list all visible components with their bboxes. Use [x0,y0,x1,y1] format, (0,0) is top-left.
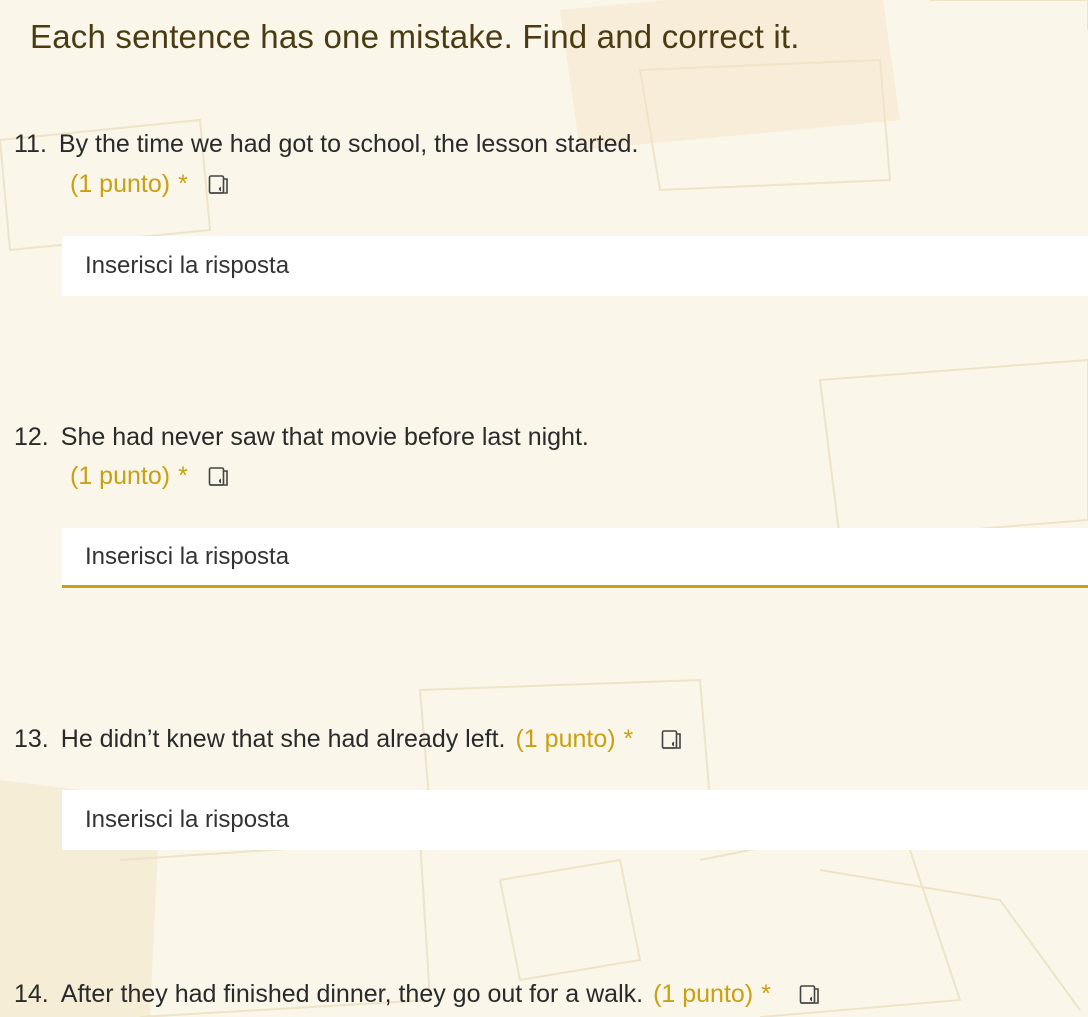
question-text: She had never saw that movie before last… [60,423,589,451]
question-text: By the time we had got to school, the le… [58,130,639,158]
answer-input-11[interactable] [62,236,1088,296]
question-text: He didn’t knew that she had already left… [60,725,506,753]
answer-input-12[interactable] [62,528,1088,588]
immersive-reader-icon[interactable] [661,729,685,751]
question-13-title: 13. He didn’t knew that she had already … [14,725,685,754]
question-number: 13. [14,725,49,753]
required-asterisk: * [178,170,188,198]
question-11-points-line: (1 punto) * [70,170,232,199]
immersive-reader-icon[interactable] [799,984,823,1006]
answer-input-13[interactable] [62,790,1088,850]
question-12-points-line: (1 punto) * [70,462,232,491]
question-14-title: 14. After they had finished dinner, they… [14,980,823,1009]
form-instruction: Each sentence has one mistake. Find and … [30,18,800,55]
question-number: 14. [14,980,49,1008]
question-text: After they had finished dinner, they go … [60,980,644,1008]
immersive-reader-icon[interactable] [208,174,232,196]
question-11-title: 11. By the time we had got to school, th… [14,130,638,159]
question-12-title: 12. She had never saw that movie before … [14,423,589,452]
points-label: (1 punto) [70,170,171,198]
question-number: 11. [14,130,47,158]
points-label: (1 punto) [515,725,616,753]
question-number: 12. [14,423,49,451]
required-asterisk: * [623,725,634,753]
required-asterisk: * [178,462,188,490]
points-label: (1 punto) [653,980,754,1008]
required-asterisk: * [761,980,771,1008]
immersive-reader-icon[interactable] [208,466,232,488]
points-label: (1 punto) [70,462,171,490]
